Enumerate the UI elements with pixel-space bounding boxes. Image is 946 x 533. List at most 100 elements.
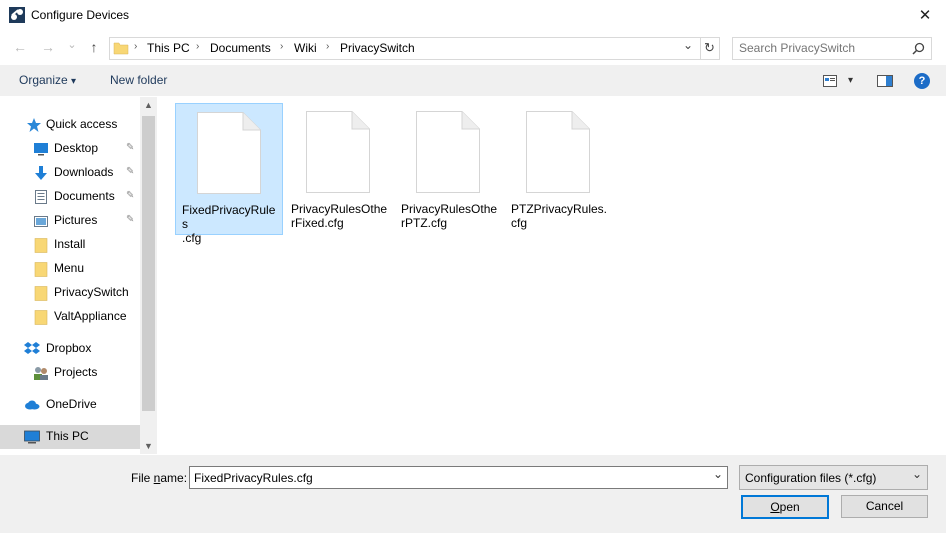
sidebar-item-menu[interactable]: Menu [0, 257, 140, 281]
document-icon [197, 112, 261, 194]
sidebar-item-label: Dropbox [46, 341, 92, 355]
sidebar-item-label: Install [54, 237, 86, 251]
caret-down-icon: ▾ [71, 76, 77, 87]
sidebar-item-onedrive[interactable]: OneDrive [0, 393, 140, 417]
sidebar-scroll-thumb[interactable] [142, 116, 155, 411]
up-button[interactable]: ↑ [84, 37, 104, 57]
dropbox-icon [24, 342, 40, 354]
breadcrumb-separator: › [134, 41, 138, 52]
scroll-up-button[interactable]: ▲ [144, 100, 153, 110]
close-button[interactable]: ✕ [910, 4, 940, 28]
pin-icon: ✎ [126, 142, 135, 153]
address-bar[interactable]: › This PC › Documents › Wiki › PrivacySw… [109, 37, 720, 60]
sidebar-item-label: This PC [46, 429, 89, 443]
sidebar-item-label: ValtAppliance [54, 309, 127, 323]
search-icon[interactable] [912, 42, 925, 55]
folder-icon [34, 286, 48, 301]
address-divider [700, 38, 701, 59]
file-type-value: Configuration files (*.cfg) [745, 471, 877, 485]
sidebar-item-dropbox[interactable]: Dropbox [0, 337, 140, 361]
sidebar-item-label: Projects [54, 365, 98, 379]
forward-button[interactable]: → [38, 37, 58, 57]
file-name: PrivacyRulesOthe rFixed.cfg [291, 202, 388, 230]
file-name-label: File name: [131, 471, 188, 485]
documents-icon [35, 190, 47, 204]
file-type-select[interactable]: Configuration files (*.cfg) ⌄ [739, 465, 928, 490]
sidebar-item-label: Desktop [54, 141, 99, 155]
breadcrumb-documents[interactable]: Documents [210, 41, 271, 55]
search-input[interactable] [739, 40, 909, 56]
breadcrumb-wiki[interactable]: Wiki [294, 41, 317, 55]
back-button[interactable]: ← [10, 37, 30, 57]
sidebar-item-install[interactable]: Install [0, 233, 140, 257]
sidebar-item-projects[interactable]: Projects [0, 361, 140, 385]
breadcrumb-privacyswitch[interactable]: PrivacySwitch [340, 41, 415, 55]
help-button[interactable]: ? [914, 73, 930, 89]
file-item[interactable]: PrivacyRulesOthe rPTZ.cfg [395, 103, 501, 233]
pin-icon: ✎ [126, 166, 135, 177]
pictures-icon [34, 216, 48, 227]
download-icon [35, 166, 47, 180]
preview-pane-icon[interactable] [877, 75, 893, 87]
pin-icon: ✎ [126, 214, 135, 225]
folder-icon [34, 262, 48, 277]
sidebar-item-pictures[interactable]: Pictures ✎ [0, 209, 140, 233]
cancel-button[interactable]: Cancel [841, 495, 928, 518]
navigation-pane: Quick access Desktop ✎ Downloads ✎ Docum… [0, 97, 157, 454]
app-icon [9, 7, 25, 23]
users-icon [34, 367, 48, 380]
open-button[interactable]: Open [741, 495, 829, 519]
recent-locations-button[interactable]: ⌄ [62, 35, 82, 55]
refresh-button[interactable]: ↻ [704, 40, 715, 56]
chevron-down-icon[interactable]: ⌄ [713, 467, 723, 481]
sidebar-item-valtappliance[interactable]: ValtAppliance [0, 305, 140, 329]
sidebar-item-this-pc[interactable]: This PC [0, 425, 140, 449]
search-box[interactable] [732, 37, 932, 60]
address-dropdown-button[interactable]: ⌄ [683, 38, 693, 52]
pin-icon: ✎ [126, 190, 135, 201]
file-name-combobox[interactable]: ⌄ [189, 466, 728, 489]
sidebar-item-desktop[interactable]: Desktop ✎ [0, 137, 140, 161]
breadcrumb-separator: › [280, 41, 284, 52]
sidebar-item-label: Quick access [46, 117, 118, 131]
sidebar-item-label: Pictures [54, 213, 98, 227]
document-icon [416, 111, 480, 193]
sidebar-item-label: Menu [54, 261, 85, 275]
chevron-down-icon: ⌄ [912, 467, 923, 481]
file-name: PTZPrivacyRules. cfg [511, 202, 608, 230]
sidebar-item-label: Documents [54, 189, 115, 203]
folder-icon [34, 310, 48, 325]
breadcrumb-this-pc[interactable]: This PC [147, 41, 190, 55]
folder-icon [34, 238, 48, 253]
window-title: Configure Devices [31, 8, 130, 22]
sidebar-item-privacyswitch[interactable]: PrivacySwitch [0, 281, 140, 305]
sidebar-item-label: OneDrive [46, 397, 97, 411]
folder-icon [113, 42, 129, 55]
file-item[interactable]: PrivacyRulesOthe rFixed.cfg [285, 103, 391, 233]
new-folder-button[interactable]: New folder [110, 73, 167, 87]
document-icon [306, 111, 370, 193]
file-name-input[interactable] [194, 470, 694, 485]
organize-label: Organize [19, 73, 68, 87]
desktop-icon [34, 143, 48, 156]
sidebar-item-label: Downloads [54, 165, 114, 179]
sidebar-item-label: PrivacySwitch [54, 285, 129, 299]
star-icon [27, 118, 41, 132]
computer-icon [24, 430, 40, 444]
file-item[interactable]: FixedPrivacyRules .cfg [175, 103, 283, 245]
view-options-dropdown[interactable]: ▾ [848, 75, 853, 86]
cloud-icon [25, 400, 40, 410]
title-bar [0, 0, 946, 31]
sidebar-item-quick-access[interactable]: Quick access [0, 113, 140, 137]
breadcrumb-separator: › [326, 41, 330, 52]
breadcrumb-separator: › [196, 41, 200, 52]
file-item[interactable]: PTZPrivacyRules. cfg [505, 103, 611, 233]
scroll-down-button[interactable]: ▼ [144, 441, 153, 451]
file-name: PrivacyRulesOthe rPTZ.cfg [401, 202, 498, 230]
file-name: FixedPrivacyRules .cfg [182, 203, 276, 245]
sidebar-item-documents[interactable]: Documents ✎ [0, 185, 140, 209]
organize-button[interactable]: Organize ▾ [19, 73, 76, 87]
sidebar-item-downloads[interactable]: Downloads ✎ [0, 161, 140, 185]
view-options-icon[interactable] [823, 75, 837, 87]
document-icon [526, 111, 590, 193]
